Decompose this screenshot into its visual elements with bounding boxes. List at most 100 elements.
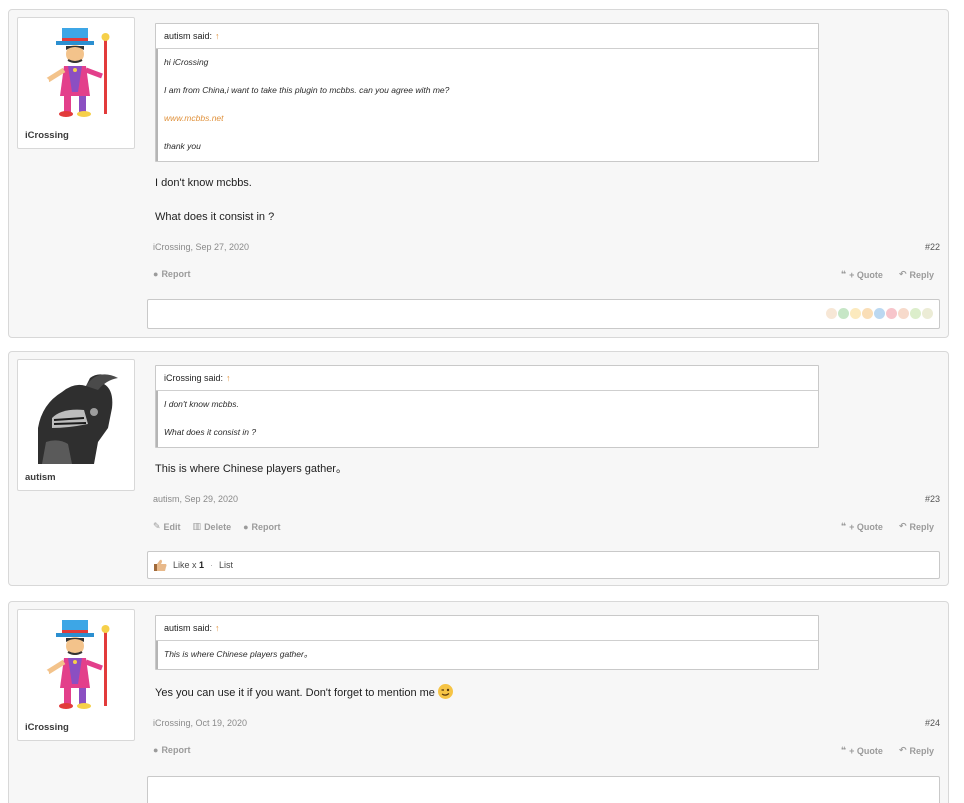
likes-prefix: Like x — [173, 560, 197, 570]
reply-label: Reply — [909, 521, 934, 532]
post-23: autism iCrossing said: ↑ I don't know mc… — [8, 351, 949, 586]
reply-icon: ↶ — [898, 521, 907, 531]
reply-button[interactable]: ↶ Reply — [899, 521, 934, 532]
ringmaster-avatar-icon — [43, 620, 110, 709]
reply-label: Reply — [909, 745, 934, 756]
post-content: autism said: ↑ hi iCrossing I am from Ch… — [147, 10, 940, 329]
post-actions: ● Report — [153, 269, 190, 279]
smile-icon[interactable] — [850, 308, 861, 319]
reply-button[interactable]: ↶ Reply — [899, 269, 934, 280]
quote-author-said: iCrossing said: — [164, 373, 224, 383]
quote-line: hi iCrossing — [164, 57, 209, 67]
report-label: Report — [161, 269, 191, 279]
reaction-icons — [826, 308, 933, 319]
info-icon[interactable] — [874, 308, 885, 319]
blockquote: iCrossing said: ↑ I don't know mcbbs. Wh… — [155, 365, 819, 448]
edit-icon: ✎ — [153, 521, 161, 531]
likes-count: 1 — [199, 560, 205, 570]
report-label: Report — [161, 745, 191, 755]
delete-button[interactable]: ▥ Delete — [193, 521, 232, 532]
message-text: Yes you can use it if you want. Don't fo… — [155, 684, 940, 700]
thumbs-up-icon[interactable] — [826, 308, 837, 319]
report-icon: ● — [243, 521, 249, 532]
avatar[interactable] — [28, 618, 124, 714]
quote-icon: ❝ — [840, 269, 847, 279]
wink-emoji-icon — [437, 684, 453, 699]
quote-header: iCrossing said: ↑ — [156, 366, 818, 391]
heart-icon[interactable] — [886, 308, 897, 319]
quote-header: autism said: ↑ — [156, 616, 818, 641]
author-name[interactable]: iCrossing — [18, 122, 134, 148]
delete-icon: ▥ — [192, 521, 202, 531]
report-icon: ● — [153, 269, 159, 279]
post-22: iCrossing autism said: ↑ hi iCrossing I … — [8, 9, 949, 338]
post-right-actions: ❝ + Quote ↶ Reply — [841, 521, 934, 532]
quote-icon: ❝ — [840, 745, 847, 755]
pencil-icon[interactable] — [910, 308, 921, 319]
quote-label: + Quote — [849, 269, 883, 280]
avatar[interactable] — [28, 368, 124, 464]
quote-body: hi iCrossing I am from China,i want to t… — [156, 49, 818, 161]
report-label: Report — [251, 521, 281, 532]
delete-label: Delete — [204, 521, 232, 532]
post-number[interactable]: #23 — [925, 494, 940, 504]
author-card: iCrossing — [17, 17, 135, 149]
separator: · — [210, 560, 214, 570]
quote-button[interactable]: ❝ + Quote — [841, 745, 883, 756]
edit-button[interactable]: ✎ Edit — [153, 521, 181, 532]
message-text: What does it consist in ? — [155, 211, 275, 223]
knight-helmet-avatar-icon — [28, 368, 124, 464]
thumbs-up-icon — [154, 559, 167, 571]
check-icon[interactable] — [838, 308, 849, 319]
laugh-icon[interactable] — [862, 308, 873, 319]
post-actions: ● Report — [153, 745, 190, 755]
quote-line: I am from China,i want to take this plug… — [164, 85, 450, 95]
quote-link[interactable]: www.mcbbs.net — [164, 111, 810, 125]
quote-label: + Quote — [849, 745, 883, 756]
quote-body: This is where Chinese players gather。 — [156, 641, 818, 669]
post-meta[interactable]: iCrossing, Sep 27, 2020 — [153, 242, 249, 252]
likes-summary[interactable]: Like x 1 — [173, 560, 204, 570]
likes-bar: Like x 1 · List — [147, 551, 940, 579]
author-card: autism — [17, 359, 135, 491]
message-text: This is where Chinese players gather。 — [155, 463, 347, 475]
quote-line: What does it consist in ? — [164, 427, 257, 437]
edit-label: Edit — [163, 521, 181, 532]
reply-icon: ↶ — [898, 269, 907, 279]
post-actions: ✎ Edit ▥ Delete ● Report — [153, 521, 281, 532]
quote-author-said: autism said: — [164, 31, 213, 41]
message-text: I don't know mcbbs. — [155, 177, 252, 189]
blockquote: autism said: ↑ This is where Chinese pla… — [155, 615, 819, 670]
post-meta[interactable]: iCrossing, Oct 19, 2020 — [153, 718, 247, 728]
author-name[interactable]: autism — [18, 464, 134, 490]
post-right-actions: ❝ + Quote ↶ Reply — [841, 269, 934, 280]
quote-label: + Quote — [849, 521, 883, 532]
message-body: Yes you can use it if you want. Don't fo… — [155, 687, 435, 699]
jump-to-quote-icon[interactable]: ↑ — [215, 623, 220, 633]
reply-icon: ↶ — [898, 745, 907, 755]
quote-button[interactable]: ❝ + Quote — [841, 269, 883, 280]
post-24: iCrossing autism said: ↑ This is where C… — [8, 601, 949, 803]
report-button[interactable]: ● Report — [153, 745, 190, 755]
likes-list-link[interactable]: List — [219, 560, 233, 570]
brush-icon[interactable] — [922, 308, 933, 319]
post-number[interactable]: #24 — [925, 718, 940, 728]
post-number[interactable]: #22 — [925, 242, 940, 252]
post-content: autism said: ↑ This is where Chinese pla… — [147, 602, 940, 803]
quote-button[interactable]: ❝ + Quote — [841, 521, 883, 532]
jump-to-quote-icon[interactable]: ↑ — [215, 31, 220, 41]
report-button[interactable]: ● Report — [153, 269, 190, 279]
report-button[interactable]: ● Report — [243, 521, 280, 532]
post-meta[interactable]: autism, Sep 29, 2020 — [153, 494, 238, 504]
quote-body: I don't know mcbbs. What does it consist… — [156, 391, 818, 447]
author-name[interactable]: iCrossing — [18, 714, 134, 740]
reactions-bar — [147, 776, 940, 803]
post-right-actions: ❝ + Quote ↶ Reply — [841, 745, 934, 756]
bandage-icon[interactable] — [898, 308, 909, 319]
post-content: iCrossing said: ↑ I don't know mcbbs. Wh… — [147, 352, 940, 579]
reply-label: Reply — [909, 269, 934, 280]
jump-to-quote-icon[interactable]: ↑ — [226, 373, 231, 383]
avatar[interactable] — [28, 26, 124, 122]
author-card: iCrossing — [17, 609, 135, 741]
reply-button[interactable]: ↶ Reply — [899, 745, 934, 756]
